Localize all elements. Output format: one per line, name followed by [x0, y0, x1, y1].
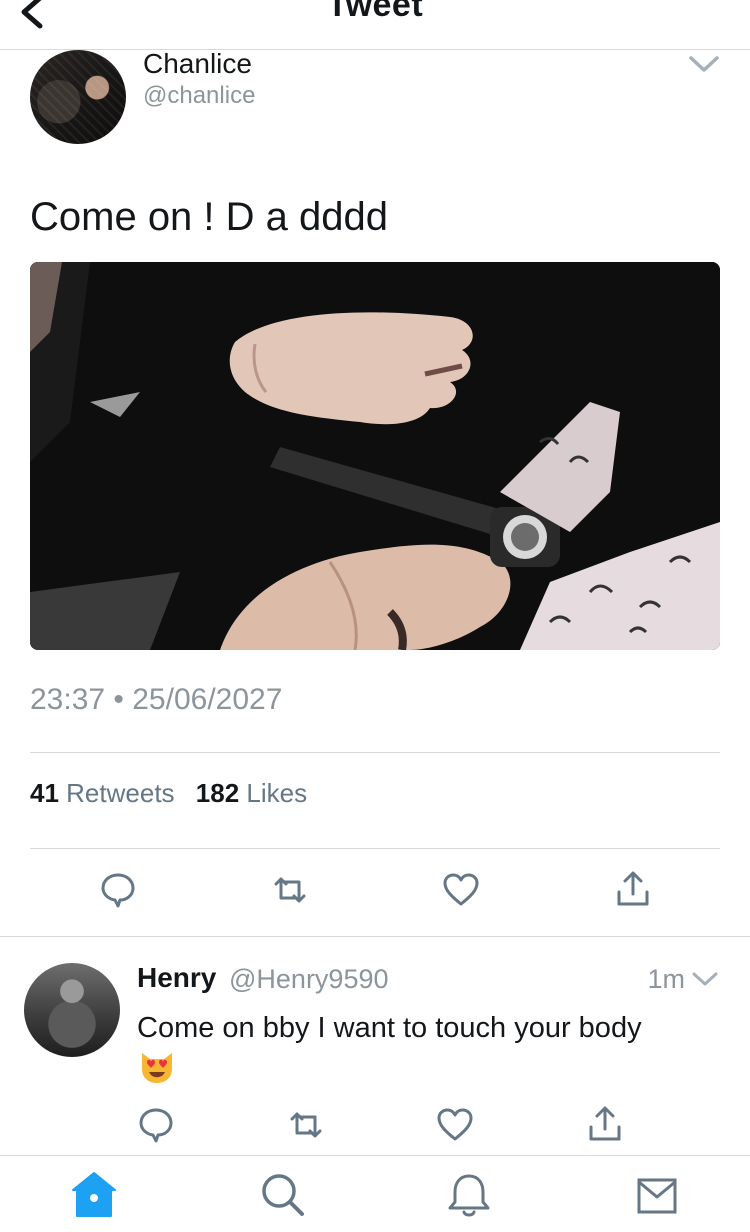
author-name[interactable]: Chanlice	[143, 48, 252, 80]
reply-author-name[interactable]: Henry	[137, 962, 216, 994]
photo-image	[30, 262, 720, 650]
reply-icon[interactable]	[136, 1105, 176, 1145]
tweet-timestamp: 23:37 • 25/06/2027	[30, 683, 283, 716]
avatar[interactable]	[30, 50, 126, 144]
retweets-stat[interactable]: 41 Retweets	[30, 778, 175, 808]
top-navigation-bar: Tweet	[0, 0, 750, 50]
tweet-media-photo[interactable]	[30, 262, 720, 650]
notifications-icon[interactable]	[444, 1170, 494, 1220]
share-icon[interactable]	[613, 870, 653, 910]
retweets-count: 41	[30, 778, 59, 808]
search-icon[interactable]	[258, 1170, 308, 1220]
bottom-tab-bar	[0, 1155, 750, 1232]
tweet-action-bar	[0, 870, 750, 914]
share-icon[interactable]	[585, 1105, 625, 1145]
chevron-down-icon[interactable]	[692, 971, 718, 987]
like-icon[interactable]	[441, 870, 481, 910]
likes-label: Likes	[246, 778, 308, 808]
tweet-stats: 41 Retweets 182 Likes	[30, 778, 321, 809]
likes-count: 182	[195, 778, 240, 808]
reply-action-bar	[0, 1105, 750, 1149]
home-icon[interactable]	[69, 1170, 119, 1220]
retweets-label: Retweets	[66, 778, 175, 808]
heart-eyes-cat-emoji	[142, 1053, 172, 1083]
retweet-icon[interactable]	[286, 1105, 326, 1145]
reply-icon[interactable]	[98, 870, 138, 910]
author-handle[interactable]: @chanlice	[143, 82, 255, 110]
likes-stat[interactable]: 182 Likes	[196, 778, 307, 808]
reply-time: 1m	[647, 964, 685, 994]
divider	[30, 752, 720, 753]
avatar[interactable]	[24, 963, 120, 1057]
tweet-text: Come on ! D a dddd	[30, 195, 388, 239]
reply-author-handle[interactable]: @Henry9590	[229, 964, 389, 995]
chevron-down-icon[interactable]	[688, 54, 720, 74]
messages-icon[interactable]	[632, 1170, 682, 1220]
like-icon[interactable]	[435, 1105, 475, 1145]
retweet-icon[interactable]	[270, 870, 310, 910]
page-title: Tweet	[326, 0, 424, 24]
divider	[30, 848, 720, 849]
tweet-author-header: Chanlice @chanlice	[30, 48, 720, 150]
reply-text: Come on bby I want to touch your body	[137, 1012, 642, 1044]
